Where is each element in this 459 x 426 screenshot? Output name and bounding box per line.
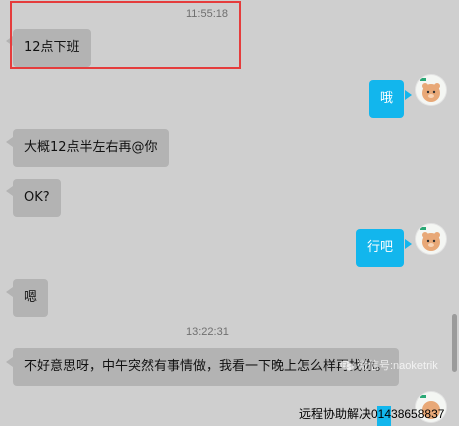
highlight-box [10,1,241,69]
user-avatar-icon[interactable] [416,224,446,254]
bubble-tail [6,137,13,147]
wechat-icon [340,360,355,371]
message-bubble-incoming[interactable]: 嗯 [13,279,49,317]
message-bubble-outgoing[interactable]: 哦 [369,80,405,118]
bubble-tail [6,287,13,297]
watermark: 微信号:naoketrik [340,357,438,373]
footer-caption: 远程协助解决01438658837 [299,407,445,421]
message-bubble-outgoing[interactable]: 行吧 [356,229,405,267]
user-avatar-icon[interactable] [416,75,446,105]
scrollbar[interactable] [452,314,457,372]
message-bubble-incoming[interactable]: OK? [13,179,61,217]
message-bubble-incoming[interactable]: 大概12点半左右再@你 [13,129,169,167]
bubble-tail [6,186,13,196]
bubble-tail [405,90,412,100]
bubble-tail [405,239,412,249]
watermark-text: 微信号:naoketrik [357,360,438,372]
timestamp: 13:22:31 [186,326,229,338]
bubble-tail [6,357,13,367]
chat-window: 11:55:18 12点下班 哦 大概12点半左右再@你 OK? 行吧 嗯 13… [0,0,459,426]
